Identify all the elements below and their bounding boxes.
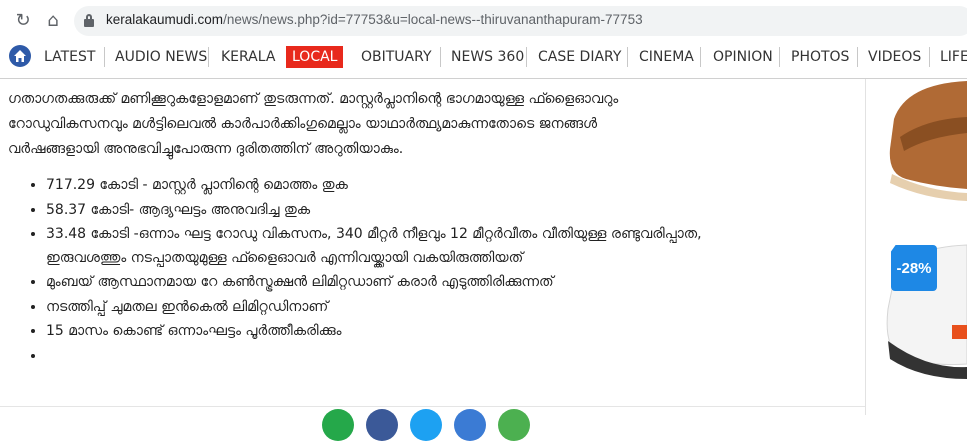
list-item: 58.37 കോടി- ആദ്യഘട്ടം അനുവദിച്ച തുക bbox=[46, 198, 702, 223]
nav-divider bbox=[104, 47, 105, 67]
paragraph-line: റോഡുവികസനവും മൾട്ടിലെവൽ കാർപാർക്കിംഗുമെല… bbox=[8, 116, 598, 132]
whatsapp-share-icon[interactable] bbox=[322, 409, 354, 441]
url-path: /news/news.php?id=77753&u=local-news--th… bbox=[223, 12, 643, 27]
list-item: നടത്തിപ്പ് ചുമതല ഇൻകെൽ ലിമിറ്റഡിനാണ് bbox=[46, 295, 702, 320]
browser-toolbar: ↻ ⌂ keralakaumudi.com/news/news.php?id=7… bbox=[0, 0, 967, 43]
list-item: മുംബയ് ആസ്ഥാനമായ റേ കൺസ്ട്രക്ഷൻ ലിമിറ്റഡ… bbox=[46, 270, 702, 295]
list-item bbox=[46, 344, 702, 369]
facebook-share-icon[interactable] bbox=[366, 409, 398, 441]
nav-latest[interactable]: LATEST bbox=[44, 47, 95, 67]
nav-divider bbox=[526, 47, 527, 67]
nav-life[interactable]: LIFE bbox=[940, 47, 967, 67]
list-item: 717.29 കോടി - മാസ്റ്റർ പ്ലാനിന്റെ മൊത്തം… bbox=[46, 173, 702, 198]
reload-icon[interactable]: ↻ bbox=[12, 10, 34, 32]
nav-local[interactable]: LOCAL bbox=[286, 46, 344, 68]
address-bar[interactable]: keralakaumudi.com/news/news.php?id=77753… bbox=[74, 6, 967, 36]
list-item: 15 മാസം കൊണ്ട് ഒന്നാംഘട്ടം പൂർത്തീകരിക്ക… bbox=[46, 319, 702, 344]
site-home-icon[interactable] bbox=[9, 45, 31, 67]
nav-cinema[interactable]: CINEMA bbox=[639, 47, 694, 67]
home-icon[interactable]: ⌂ bbox=[42, 10, 64, 32]
list-item-line: 33.48 കോടി -ഒന്നാം ഘട്ട റോഡു വികസനം, 340… bbox=[46, 226, 702, 242]
divider bbox=[0, 406, 865, 407]
lock-icon bbox=[84, 14, 94, 27]
nav-obituary[interactable]: OBITUARY bbox=[361, 47, 432, 67]
nav-photos[interactable]: PHOTOS bbox=[791, 47, 849, 67]
nav-divider bbox=[857, 47, 858, 67]
nav-divider bbox=[700, 47, 701, 67]
nav-divider bbox=[779, 47, 780, 67]
url-host: keralakaumudi.com bbox=[106, 12, 224, 27]
share-icon[interactable] bbox=[498, 409, 530, 441]
cropped-text-line bbox=[8, 75, 698, 81]
article-body: ഗതാഗതക്കുരുക്ക് മണിക്കൂറുകളോളമാണ് തുടരുന… bbox=[0, 79, 865, 441]
nav-divider bbox=[208, 47, 209, 67]
nav-opinion[interactable]: OPINION bbox=[713, 47, 773, 67]
nav-kerala[interactable]: KERALA bbox=[221, 47, 275, 67]
nav-case-diary[interactable]: CASE DIARY bbox=[538, 47, 621, 67]
share-icon[interactable] bbox=[454, 409, 486, 441]
discount-badge: -28% bbox=[891, 245, 937, 291]
nav-videos[interactable]: VIDEOS bbox=[868, 47, 921, 67]
nav-news-360[interactable]: NEWS 360 bbox=[451, 47, 524, 67]
nav-divider bbox=[440, 47, 441, 67]
nav-divider bbox=[929, 47, 930, 67]
fact-list: 717.29 കോടി - മാസ്റ്റർ പ്ലാനിന്റെ മൊത്തം… bbox=[20, 173, 702, 368]
list-item: 33.48 കോടി -ഒന്നാം ഘട്ട റോഡു വികസനം, 340… bbox=[46, 222, 702, 270]
nav-divider bbox=[627, 47, 628, 67]
paragraph-line: വർഷങ്ങളായി അനുഭവിച്ചുപോരുന്ന ദുരിതത്തിന്… bbox=[8, 141, 404, 157]
twitter-share-icon[interactable] bbox=[410, 409, 442, 441]
list-item-line: ഇരുവശത്തും നടപ്പാതയുമുള്ള ഫ്ളൈഓവർ എന്നിവ… bbox=[46, 250, 524, 266]
nav-audio-news[interactable]: AUDIO NEWS bbox=[115, 47, 207, 67]
url-text[interactable]: keralakaumudi.com/news/news.php?id=77753… bbox=[106, 12, 643, 27]
paragraph-line: ഗതാഗതക്കുരുക്ക് മണിക്കൂറുകളോളമാണ് തുടരുന… bbox=[8, 91, 619, 107]
